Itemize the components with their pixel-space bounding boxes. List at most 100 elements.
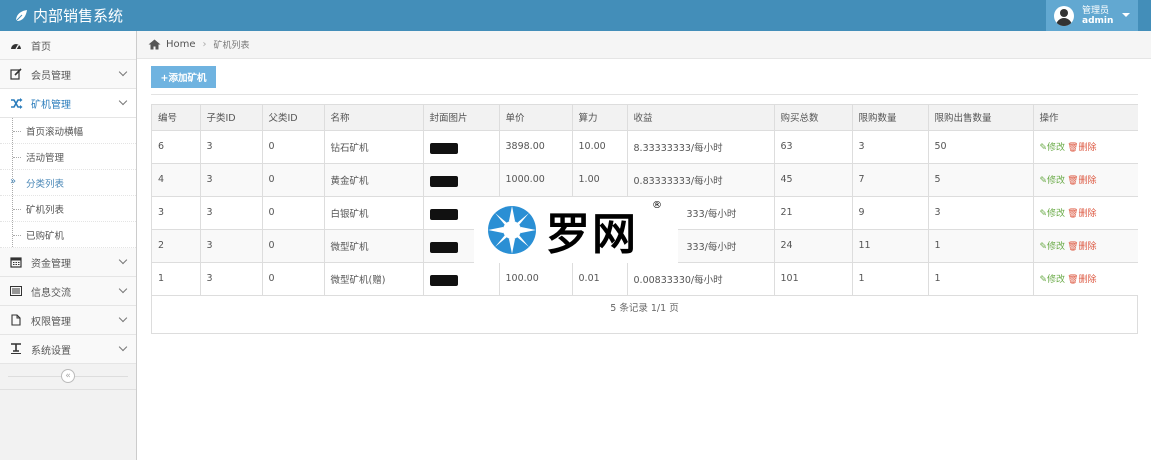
- column-header: 限购数量: [852, 105, 929, 131]
- chevron-down-icon: [118, 255, 128, 265]
- watermark-text: 罗网: [546, 209, 638, 260]
- pagination-info: 5 条记录 1/1 页: [610, 303, 679, 314]
- cell-income: 8.33333333/每小时: [627, 130, 775, 164]
- registered-mark: ®: [652, 200, 662, 211]
- submenu-item-categories[interactable]: » 分类列表: [0, 170, 136, 196]
- shuffle-icon: [9, 96, 23, 110]
- cell-total-bought: 21: [774, 196, 853, 230]
- cell-actions: ✎修改 🗑删除: [1033, 229, 1138, 263]
- edit-link[interactable]: ✎修改: [1040, 176, 1066, 186]
- cell-total-bought: 101: [774, 262, 853, 296]
- calendar-icon: [9, 255, 23, 269]
- double-angle-left-icon[interactable]: «: [61, 369, 75, 383]
- edit-icon: [9, 67, 23, 81]
- cell-cover: [423, 163, 500, 197]
- breadcrumb-home[interactable]: Home: [166, 39, 196, 50]
- avatar: [1054, 5, 1074, 26]
- cell-price: 100.00: [499, 262, 573, 296]
- cell-actions: ✎修改 🗑删除: [1033, 130, 1138, 164]
- submenu-item-miner-list[interactable]: 矿机列表: [0, 196, 136, 222]
- chevron-down-icon: [118, 284, 128, 294]
- cell-id: 2: [152, 229, 201, 263]
- cell-actions: ✎修改 🗑删除: [1033, 262, 1138, 296]
- user-menu[interactable]: 管理员 admin: [1046, 0, 1138, 31]
- text-width-icon: [9, 342, 23, 356]
- sidebar-item-miners[interactable]: 矿机管理: [0, 89, 136, 118]
- sidebar-item-messages[interactable]: 信息交流: [0, 277, 136, 306]
- cell-limit: 7: [852, 163, 929, 197]
- submenu-item-banner[interactable]: 首页滚动横幅: [0, 118, 136, 144]
- cell-name: 白银矿机: [324, 196, 424, 230]
- home-icon[interactable]: [148, 39, 161, 50]
- cell-cover: [423, 130, 500, 164]
- cell-cover: [423, 262, 500, 296]
- cell-limit: 3: [852, 130, 929, 164]
- sidebar-item-permissions[interactable]: 权限管理: [0, 306, 136, 335]
- submenu-item-activity[interactable]: 活动管理: [0, 144, 136, 170]
- user-name: admin: [1082, 15, 1114, 26]
- cell-id: 3: [152, 196, 201, 230]
- sidebar-item-members[interactable]: 会员管理: [0, 60, 136, 89]
- column-header: 操作: [1033, 105, 1138, 131]
- edit-link[interactable]: ✎修改: [1040, 242, 1066, 252]
- top-navbar: 内部销售系统 管理员 admin: [0, 0, 1151, 31]
- cell-actions: ✎修改 🗑删除: [1033, 163, 1138, 197]
- cell-parentcat: 0: [262, 229, 325, 263]
- submenu-item-purchased[interactable]: 已购矿机: [0, 222, 136, 248]
- edit-link[interactable]: ✎修改: [1040, 143, 1066, 153]
- column-header: 购买总数: [774, 105, 853, 131]
- cell-total-bought: 24: [774, 229, 853, 263]
- table-row: 4 3 0 黄金矿机 1000.00 1.00 0.83333333/每小时 4…: [152, 163, 1138, 197]
- delete-link[interactable]: 🗑删除: [1067, 143, 1096, 153]
- column-header: 限购出售数量: [928, 105, 1034, 131]
- cover-image: [429, 142, 458, 154]
- cell-subcat: 3: [200, 163, 263, 197]
- edit-link[interactable]: ✎修改: [1040, 275, 1066, 285]
- cell-limit-sell: 1: [928, 262, 1034, 296]
- cell-id: 4: [152, 163, 201, 197]
- chevron-down-icon: [118, 342, 128, 352]
- leaf-icon: [15, 9, 27, 21]
- breadcrumb: Home › 矿机列表: [137, 31, 1151, 59]
- sidebar-item-funds[interactable]: 资金管理: [0, 248, 136, 277]
- table-header-row: 编号 子类ID 父类ID 名称 封面图片 单价 算力 收益 购买总数 限购数量 …: [152, 105, 1138, 131]
- dashboard-icon: [9, 38, 23, 52]
- delete-link[interactable]: 🗑删除: [1067, 176, 1096, 186]
- cover-image: [429, 241, 458, 253]
- cell-subcat: 3: [200, 196, 263, 230]
- sidebar-item-label: 信息交流: [31, 287, 71, 299]
- add-miner-button[interactable]: +添加矿机: [151, 66, 216, 88]
- delete-link[interactable]: 🗑删除: [1067, 209, 1096, 219]
- column-header: 父类ID: [262, 105, 325, 131]
- cell-hashrate: 10.00: [572, 130, 628, 164]
- cell-total-bought: 63: [774, 130, 853, 164]
- cell-limit: 1: [852, 262, 929, 296]
- cell-limit: 9: [852, 196, 929, 230]
- column-header: 封面图片: [423, 105, 500, 131]
- sidebar-item-label: 资金管理: [31, 258, 71, 270]
- double-angle-right-icon: »: [10, 176, 17, 187]
- cell-name: 微型矿机(赠): [324, 262, 424, 296]
- cell-parentcat: 0: [262, 163, 325, 197]
- cell-id: 6: [152, 130, 201, 164]
- delete-link[interactable]: 🗑删除: [1067, 275, 1096, 285]
- sidebar-item-settings[interactable]: 系统设置: [0, 335, 136, 364]
- cell-income: 0.00833330/每小时: [627, 262, 775, 296]
- app-brand[interactable]: 内部销售系统: [14, 5, 123, 26]
- cover-image: [429, 274, 458, 286]
- column-header: 算力: [572, 105, 628, 131]
- file-icon: [9, 313, 23, 327]
- caret-down-icon: [1122, 13, 1130, 17]
- cell-actions: ✎修改 🗑删除: [1033, 196, 1138, 230]
- list-icon: [9, 284, 23, 298]
- watermark-logo-icon: [488, 206, 536, 254]
- delete-link[interactable]: 🗑删除: [1067, 242, 1096, 252]
- sidebar-item-home[interactable]: 首页: [0, 31, 136, 60]
- user-role: 管理员: [1082, 5, 1110, 16]
- cell-name: 微型矿机: [324, 229, 424, 263]
- column-header: 子类ID: [200, 105, 263, 131]
- sidebar-item-label: 矿机管理: [31, 99, 71, 111]
- chevron-down-icon: [118, 67, 128, 77]
- breadcrumb-current: 矿机列表: [213, 41, 250, 51]
- edit-link[interactable]: ✎修改: [1040, 209, 1066, 219]
